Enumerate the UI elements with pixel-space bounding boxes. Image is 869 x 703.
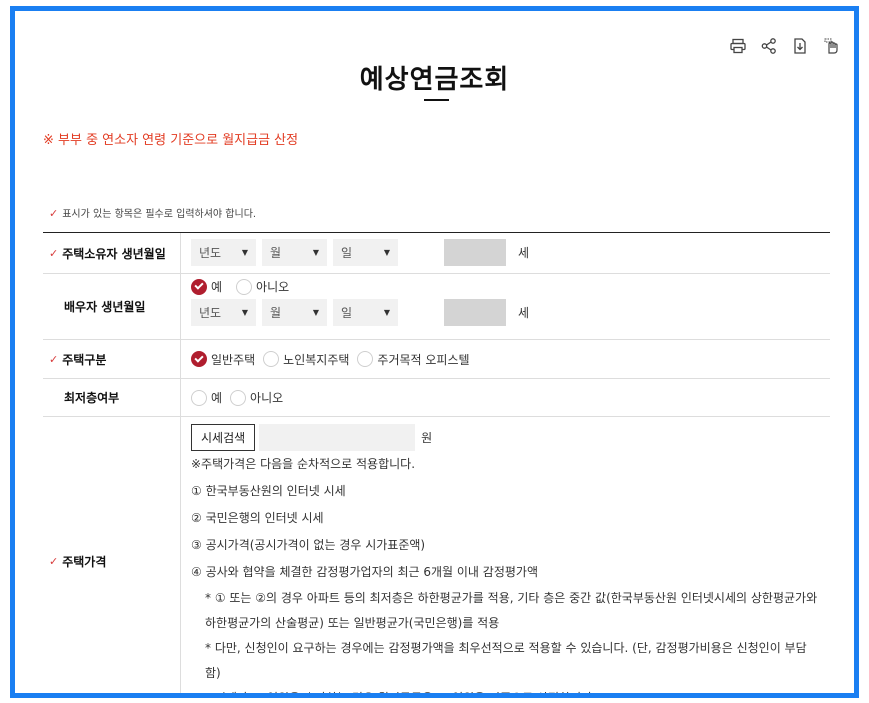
- house-price-input[interactable]: [259, 424, 416, 451]
- chevron-down-icon: ▼: [241, 308, 248, 317]
- lowest-floor-no-label: 아니오: [250, 391, 284, 405]
- label-lowest-floor: 최저층여부: [43, 379, 181, 416]
- download-icon[interactable]: [791, 37, 809, 55]
- page-title: 예상연금조회: [359, 65, 510, 95]
- spouse-yes-label: 예: [211, 280, 223, 294]
- spouse-age-display: [444, 299, 506, 326]
- owner-birth-month-select[interactable]: 월 ▼: [262, 239, 327, 266]
- row-house-type: ✓ 주택구분 일반주택 노인복지주택 주거목적 오피스텔: [43, 340, 830, 379]
- price-subnote-2: * 다만, 신청인이 요구하는 경우에는 감정평가액을 최우선적으로 적용할 수…: [205, 641, 807, 680]
- row-house-price: ✓ 주택가격 시세검색 원 ※주택가격은 다음을 순차적으로 적용합니다. ① …: [43, 417, 830, 698]
- owner-age-unit: 세: [518, 246, 530, 260]
- owner-birth-year-text: 년도: [199, 246, 222, 260]
- required-note: ✓ 표시가 있는 항목은 필수로 입력하셔야 합니다.: [49, 205, 256, 220]
- radio-unchecked-icon: [236, 278, 253, 295]
- radio-unchecked-icon: [357, 351, 374, 367]
- chevron-down-icon: ▼: [241, 248, 248, 257]
- house-type-officetel-label: 주거목적 오피스텔: [377, 352, 470, 367]
- title-underline: [424, 99, 449, 101]
- label-owner-birth-text: 주택소유자 생년월일: [62, 246, 166, 261]
- spouse-yes-radio[interactable]: 예: [191, 278, 222, 295]
- chevron-down-icon: ▼: [312, 308, 319, 317]
- price-note-intro: ※주택가격은 다음을 순차적으로 적용합니다.: [191, 457, 416, 471]
- spouse-birth-month-text: 월: [270, 306, 282, 320]
- radio-unchecked-icon: [263, 351, 280, 367]
- price-subnote-3: * 시세가 12억원을 초과하는 경우 월지급금은 12억원을 기준으로 산정합…: [205, 691, 597, 698]
- required-check-icon: ✓: [49, 555, 59, 568]
- required-check-icon: ✓: [49, 207, 59, 220]
- price-note-2: ② 국민은행의 인터넷 시세: [191, 511, 324, 525]
- row-owner-birth: ✓ 주택소유자 생년월일 년도 ▼ 월 ▼ 일 ▼ 세: [43, 233, 830, 274]
- radio-unchecked-icon: [230, 389, 247, 406]
- spouse-birth-day-text: 일: [341, 306, 353, 320]
- radio-unchecked-icon: [191, 389, 207, 406]
- owner-birth-day-text: 일: [341, 246, 353, 260]
- required-check-icon: ✓: [49, 352, 59, 366]
- label-house-type: ✓ 주택구분: [43, 340, 181, 378]
- price-subnote-1: * ① 또는 ②의 경우 아파트 등의 최저층은 하한평균가를 적용, 기타 층…: [205, 591, 818, 605]
- chevron-down-icon: ▼: [383, 248, 390, 257]
- house-price-unit: 원: [421, 431, 433, 445]
- lowest-floor-yes-radio[interactable]: 예: [191, 389, 222, 406]
- label-house-price: ✓ 주택가격: [43, 417, 181, 693]
- value-house-price: 시세검색 원 ※주택가격은 다음을 순차적으로 적용합니다. ① 한국부동산원의…: [181, 417, 830, 698]
- value-owner-birth: 년도 ▼ 월 ▼ 일 ▼ 세: [181, 233, 830, 273]
- label-lowest-floor-text: 최저층여부: [64, 391, 120, 405]
- owner-age-display: [444, 239, 506, 266]
- spouse-birth-month-select[interactable]: 월 ▼: [262, 299, 327, 326]
- house-type-officetel-radio[interactable]: 주거목적 오피스텔: [357, 351, 470, 368]
- house-type-senior-label: 노인복지주택: [283, 352, 350, 367]
- row-lowest-floor: 최저층여부 예 아니오: [43, 379, 830, 417]
- label-spouse-birth-text: 배우자 생년월일: [64, 300, 146, 314]
- spouse-no-label: 아니오: [256, 280, 290, 294]
- price-search-button[interactable]: 시세검색: [191, 424, 256, 451]
- price-note-1: ① 한국부동산원의 인터넷 시세: [191, 484, 346, 498]
- spouse-birth-day-select[interactable]: 일 ▼: [333, 299, 398, 326]
- toolbar: [729, 37, 840, 55]
- house-type-general-label: 일반주택: [211, 352, 256, 367]
- print-icon[interactable]: [729, 37, 747, 55]
- value-spouse-birth: 예 아니오 년도 ▼ 월 ▼ 일 ▼ 세: [181, 274, 830, 339]
- owner-birth-year-select[interactable]: 년도 ▼: [191, 239, 256, 266]
- owner-birth-month-text: 월: [270, 246, 282, 260]
- notice-text: ※ 부부 중 연소자 연령 기준으로 월지급금 산정: [43, 133, 299, 148]
- lowest-floor-yes-label: 예: [211, 391, 223, 405]
- content-frame: 예상연금조회 ※ 부부 중 연소자 연령 기준으로 월지급금 산정 ✓ 표시가 있…: [10, 6, 859, 698]
- owner-birth-day-select[interactable]: 일 ▼: [333, 239, 398, 266]
- form-table: ✓ 주택소유자 생년월일 년도 ▼ 월 ▼ 일 ▼ 세 배우자 생년월일 예 아…: [43, 232, 830, 698]
- value-house-type: 일반주택 노인복지주택 주거목적 오피스텔: [181, 340, 830, 378]
- radio-checked-icon: [191, 351, 207, 367]
- price-subnote-1b: 하한평균가의 산술평균) 또는 일반평균가(국민은행)를 적용: [205, 616, 500, 630]
- house-type-senior-radio[interactable]: 노인복지주택: [263, 351, 349, 368]
- label-spouse-birth: 배우자 생년월일: [43, 274, 181, 339]
- spouse-birth-year-text: 년도: [199, 306, 222, 320]
- label-house-type-text: 주택구분: [62, 352, 107, 367]
- price-note-3: ③ 공시가격(공시가격이 없는 경우 시가표준액): [191, 538, 426, 552]
- spouse-no-radio[interactable]: 아니오: [236, 278, 289, 295]
- price-note-4: ④ 공사와 협약을 체결한 감정평가업자의 최근 6개월 이내 감정평가액: [191, 565, 538, 579]
- chevron-down-icon: ▼: [383, 308, 390, 317]
- chevron-down-icon: ▼: [312, 248, 319, 257]
- label-owner-birth: ✓ 주택소유자 생년월일: [43, 233, 181, 273]
- label-house-price-text: 주택가격: [62, 555, 107, 569]
- required-note-text: 표시가 있는 항목은 필수로 입력하셔야 합니다.: [62, 209, 257, 220]
- spouse-age-unit: 세: [518, 306, 530, 320]
- required-check-icon: ✓: [49, 246, 59, 260]
- radio-checked-icon: [191, 278, 207, 295]
- house-type-general-radio[interactable]: 일반주택: [191, 351, 255, 368]
- row-spouse-birth: 배우자 생년월일 예 아니오 년도 ▼ 월 ▼ 일 ▼ 세: [43, 274, 830, 340]
- spouse-birth-year-select[interactable]: 년도 ▼: [191, 299, 256, 326]
- value-lowest-floor: 예 아니오: [181, 379, 830, 416]
- lowest-floor-no-radio[interactable]: 아니오: [230, 389, 283, 406]
- hand-pointer-icon[interactable]: [822, 37, 840, 55]
- share-icon[interactable]: [760, 37, 778, 55]
